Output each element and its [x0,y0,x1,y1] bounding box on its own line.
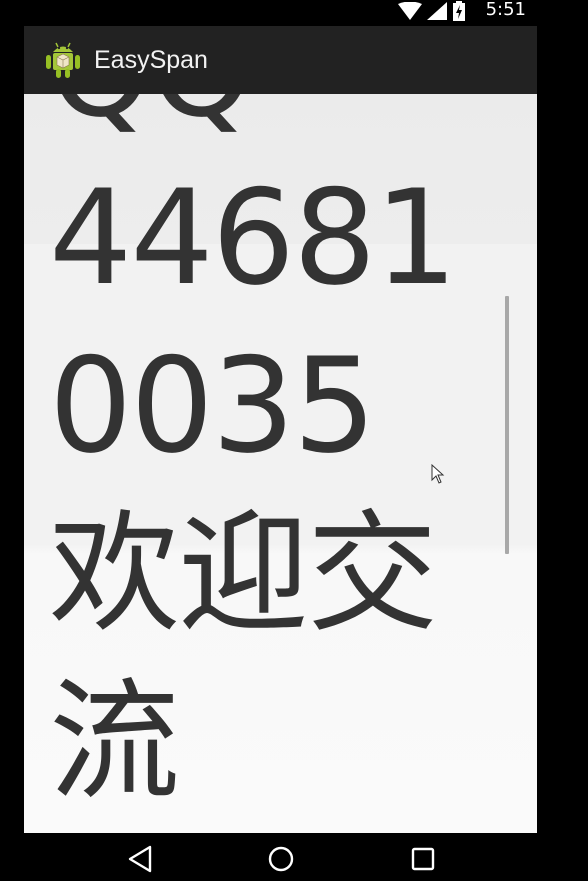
mouse-cursor-icon [431,464,445,484]
app-title: EasySpan [94,46,208,74]
nav-bar [0,833,588,881]
signal-icon [427,2,447,20]
home-button[interactable] [261,841,301,877]
recents-button[interactable] [403,841,443,877]
scrollbar[interactable] [505,296,509,554]
span-text: QQ 44681 0035 欢迎交 流 [49,94,458,818]
action-bar: EasySpan [24,26,537,100]
battery-charging-icon [453,1,465,21]
scroll-content[interactable]: QQ 44681 0035 欢迎交 流 [24,94,537,833]
recents-icon [411,847,435,871]
status-icons [398,0,466,22]
app-screen: EasySpan QQ 44681 0035 欢迎交 流 [24,26,537,833]
back-button[interactable] [120,841,160,877]
android-icon[interactable] [45,39,81,79]
status-time: 5:51 [485,0,526,20]
status-bar: 5:51 [0,0,588,22]
wifi-icon [398,2,422,20]
back-icon [128,845,152,873]
home-icon [268,846,294,872]
